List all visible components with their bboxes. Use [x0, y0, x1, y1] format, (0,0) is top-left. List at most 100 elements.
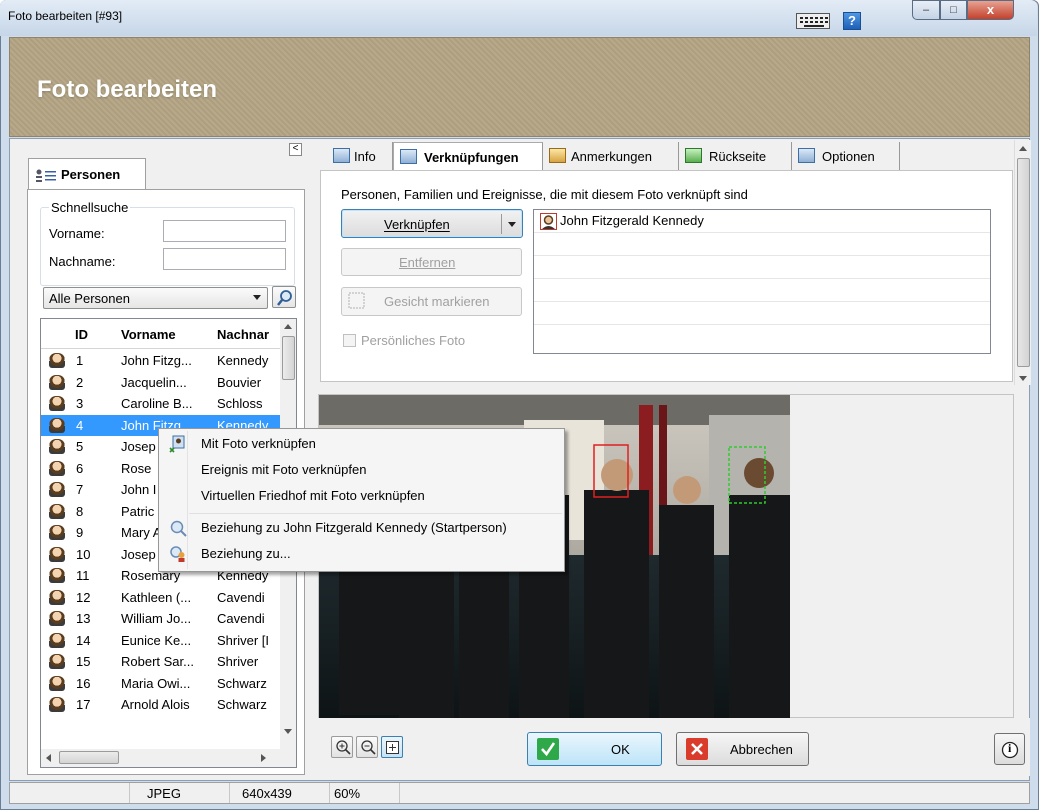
tab-verknuepfungen-label: Verknüpfungen: [424, 150, 519, 165]
table-row[interactable]: 12 Kathleen (... Cavendi: [41, 587, 281, 609]
close-button[interactable]: x: [967, 0, 1014, 20]
list-item: [534, 256, 990, 279]
person-list-icon: [36, 169, 56, 182]
tab-anmerkungen[interactable]: Anmerkungen: [543, 142, 679, 170]
personal-photo-checkbox[interactable]: [343, 334, 356, 347]
table-scroll-thumb[interactable]: [282, 336, 295, 380]
search-icon: [277, 290, 292, 306]
person-icon: [49, 697, 65, 712]
search-button[interactable]: [272, 286, 296, 308]
menu-item-link-cemetery[interactable]: Virtuellen Friedhof mit Foto verknüpfen: [159, 483, 564, 509]
menu-item-label: Mit Foto verknüpfen: [201, 436, 316, 451]
person-icon: [49, 568, 65, 583]
cell-first-name: Robert Sar...: [121, 654, 194, 669]
cell-id: 9: [76, 525, 84, 540]
tab-personen[interactable]: Personen: [28, 158, 146, 190]
info-button[interactable]: i: [994, 733, 1025, 765]
cell-id: 3: [76, 396, 84, 411]
person-filter-select[interactable]: Alle Personen: [43, 287, 268, 309]
cell-id: 17: [76, 697, 91, 712]
cell-last-name: Schwarz: [217, 675, 267, 691]
scroll-down-icon[interactable]: [1019, 376, 1027, 381]
column-header-id[interactable]: ID: [75, 327, 88, 342]
page-title: Foto bearbeiten: [37, 76, 218, 103]
remove-button[interactable]: Entfernen: [341, 248, 522, 276]
cell-id: 12: [76, 589, 91, 605]
first-name-input[interactable]: [163, 220, 286, 242]
person-icon: [49, 654, 65, 669]
table-hscroll-thumb[interactable]: [59, 751, 119, 764]
cancel-button[interactable]: Abbrechen: [676, 732, 809, 766]
zoom-out-button[interactable]: [356, 736, 378, 758]
keyboard-icon[interactable]: [796, 13, 830, 29]
quick-search-legend: Schnellsuche: [49, 200, 131, 215]
scroll-down-icon[interactable]: [284, 729, 292, 734]
tab-verknuepfungen[interactable]: Verknüpfungen: [393, 142, 543, 170]
table-row[interactable]: 1 John Fitzg... Kennedy: [41, 350, 281, 372]
person-icon: [49, 374, 65, 390]
scroll-left-icon[interactable]: [46, 754, 51, 762]
cell-id: 2: [76, 374, 84, 390]
person-icon: [49, 460, 65, 476]
mark-face-button[interactable]: Gesicht markieren: [341, 287, 522, 316]
table-row[interactable]: 13 William Jo... Cavendi: [41, 608, 281, 630]
menu-item-link-photo[interactable]: Mit Foto verknüpfen: [159, 431, 564, 457]
tab-rueckseite[interactable]: Rückseite: [679, 142, 792, 170]
cell-id: 5: [76, 439, 84, 454]
cell-first-name: William Jo...: [121, 611, 192, 626]
cell-last-name: Schloss: [217, 396, 263, 411]
cell-last-name: Shriver: [217, 654, 259, 669]
cell-id: 13: [76, 611, 91, 626]
scroll-up-icon[interactable]: [284, 324, 292, 329]
table-row[interactable]: 17 Arnold Alois Schwarz: [41, 694, 281, 716]
maximize-button[interactable]: □: [940, 0, 967, 20]
menu-item-link-event[interactable]: Ereignis mit Foto verknüpfen: [159, 457, 564, 483]
options-tab-icon: [798, 148, 815, 163]
table-row[interactable]: 14 Eunice Ke... Shriver [I: [41, 630, 281, 652]
ok-button[interactable]: OK: [527, 732, 662, 766]
table-row[interactable]: 2 Jacquelin... Bouvier: [41, 372, 281, 394]
menu-item-relation-start[interactable]: Beziehung zu John Fitzgerald Kennedy (St…: [159, 515, 564, 541]
list-item[interactable]: John Fitzgerald Kennedy: [534, 210, 990, 233]
menu-item-relation-to[interactable]: Beziehung zu...: [159, 541, 564, 567]
table-row[interactable]: 3 Caroline B... Schloss: [41, 393, 281, 415]
cell-last-name: Cavendi: [217, 611, 265, 626]
link-person-icon: [169, 435, 185, 453]
cell-last-name: Schwarz: [217, 697, 267, 712]
panel-scroll-thumb[interactable]: [1017, 158, 1030, 367]
header-banner: Foto bearbeiten: [9, 37, 1030, 137]
close-x-icon: [686, 738, 708, 760]
status-format: JPEG: [147, 786, 181, 801]
cell-id: 16: [76, 675, 91, 691]
cell-first-name: Eunice Ke...: [121, 632, 192, 648]
collapse-panel-button[interactable]: <: [289, 143, 302, 156]
tab-rueckseite-label: Rückseite: [709, 149, 767, 164]
tab-info[interactable]: Info: [327, 142, 393, 170]
scroll-up-icon[interactable]: [1019, 146, 1027, 151]
menu-item-label: Beziehung zu...: [201, 546, 291, 561]
zoom-in-button[interactable]: [331, 736, 353, 758]
face-frame-icon: [348, 292, 365, 309]
menu-item-label: Beziehung zu John Fitzgerald Kennedy (St…: [201, 520, 507, 535]
last-name-input[interactable]: [163, 248, 286, 270]
table-row[interactable]: 16 Maria Owi... Schwarz: [41, 673, 281, 695]
bottom-toolbar: [318, 718, 1030, 776]
cell-last-name: Cavendi: [217, 589, 265, 605]
table-row[interactable]: 15 Robert Sar... Shriver: [41, 651, 281, 673]
column-header-last-name[interactable]: Nachnar: [217, 327, 269, 342]
table-horizontal-scrollbar[interactable]: [41, 749, 296, 767]
fit-to-window-button[interactable]: [381, 736, 403, 758]
help-button[interactable]: ?: [843, 12, 861, 30]
link-button[interactable]: Verknüpfen: [341, 209, 523, 238]
links-description: Personen, Familien und Ereignisse, die m…: [341, 187, 748, 202]
minimize-button[interactable]: –: [912, 0, 940, 20]
column-header-first-name[interactable]: Vorname: [121, 327, 176, 342]
tab-optionen[interactable]: Optionen: [792, 142, 900, 170]
list-item: [534, 325, 990, 348]
panel-vertical-scrollbar[interactable]: [1014, 140, 1031, 385]
person-icon: [49, 482, 65, 497]
last-name-label: Nachname:: [49, 254, 116, 269]
chevron-down-icon[interactable]: [508, 222, 516, 227]
title-bar: Foto bearbeiten [#93] ? – □ x: [0, 0, 1037, 36]
scroll-right-icon[interactable]: [261, 754, 266, 762]
